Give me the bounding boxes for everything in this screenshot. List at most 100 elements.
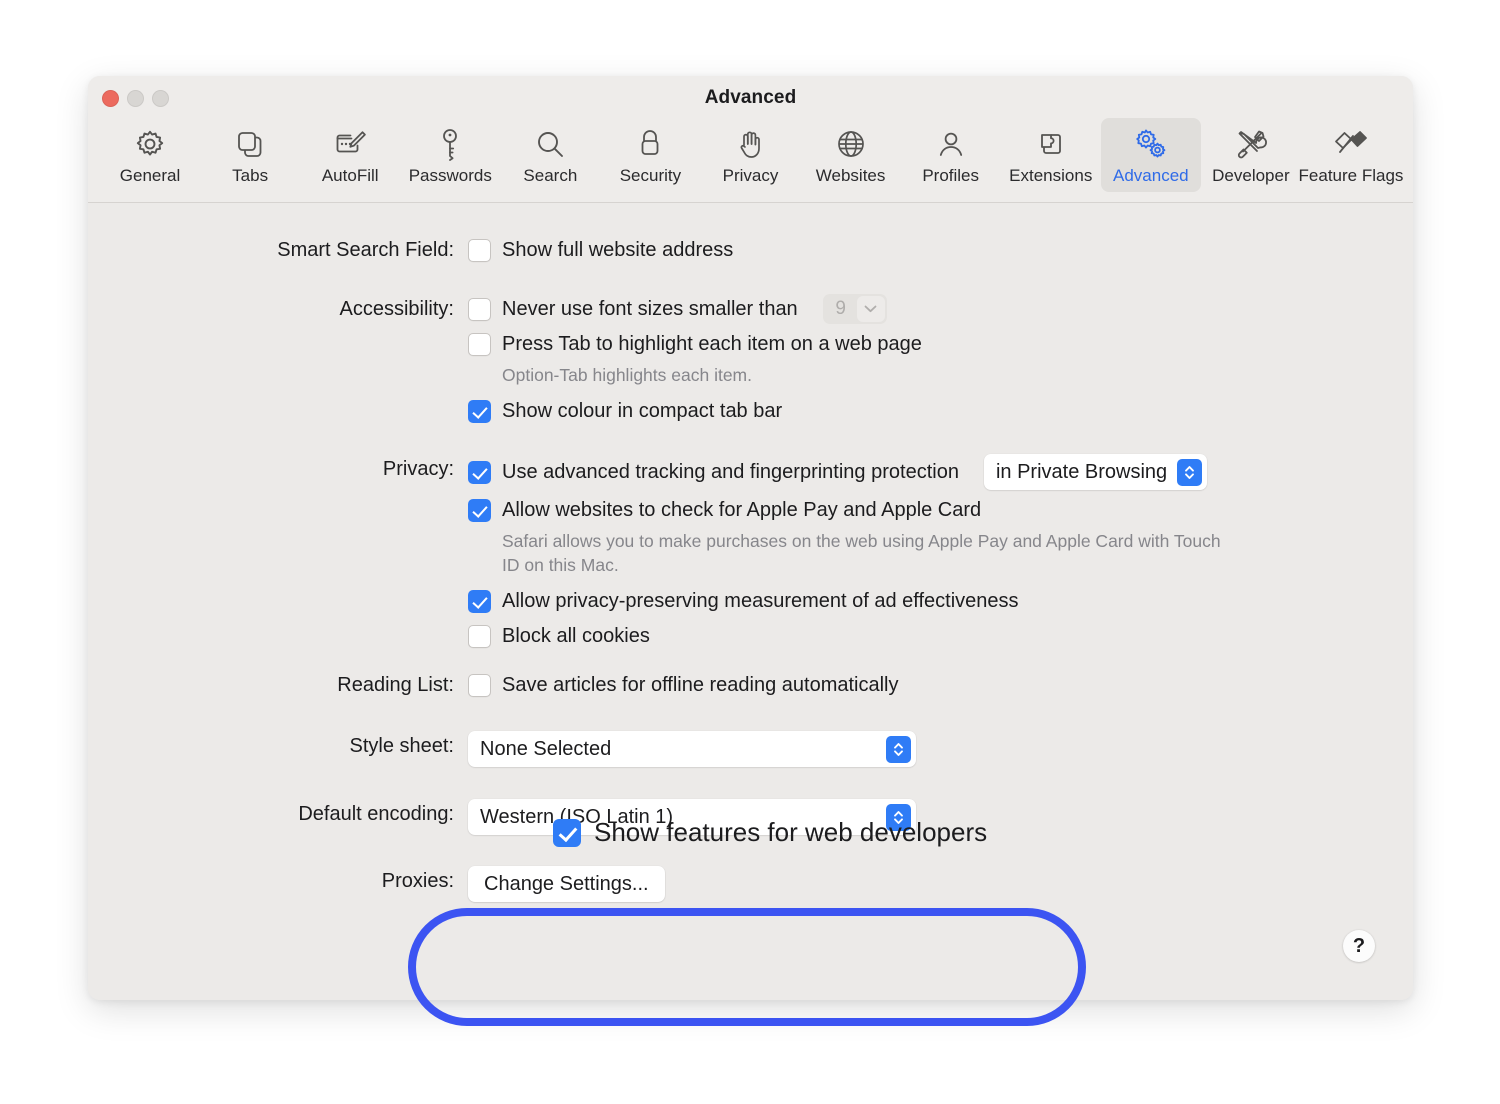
show-colour-tab-bar-row[interactable]: Show colour in compact tab bar — [468, 396, 922, 426]
never-font-smaller-checkbox[interactable] — [468, 297, 491, 321]
tab-label: Search — [523, 166, 578, 185]
window-title: Advanced — [704, 87, 797, 108]
tab-label: Extensions — [1009, 166, 1093, 185]
help-button[interactable]: ? — [1343, 930, 1375, 962]
row-style-sheet: Style sheet: None Selected — [88, 731, 916, 767]
save-offline-row[interactable]: Save articles for offline reading automa… — [468, 670, 899, 700]
row-accessibility: Accessibility: Never use font sizes smal… — [88, 294, 922, 426]
ad-measurement-row[interactable]: Allow privacy-preserving measurement of … — [468, 586, 1242, 616]
style-sheet-popup[interactable]: None Selected — [468, 731, 916, 767]
person-icon — [936, 126, 966, 162]
smart-search-field-label: Smart Search Field: — [277, 239, 454, 261]
row-proxies: Proxies: Change Settings... — [88, 866, 665, 902]
show-features-web-developers-checkbox[interactable] — [553, 818, 581, 847]
tab-label: Privacy — [722, 166, 779, 185]
row-privacy: Privacy: Use advanced tracking and finge… — [88, 454, 1242, 651]
block-cookies-checkbox[interactable] — [468, 624, 491, 648]
block-cookies-label: Block all cookies — [502, 624, 650, 647]
preferences-toolbar[interactable]: General Tabs AutoFill Passwords Search S… — [88, 118, 1413, 200]
tabs-icon — [234, 126, 266, 162]
tab-label: Profiles — [922, 166, 979, 185]
show-full-address-checkbox[interactable] — [468, 238, 491, 262]
default-encoding-label: Default encoding: — [298, 803, 454, 825]
chevron-down-icon[interactable] — [856, 296, 885, 322]
tools-icon — [1234, 126, 1268, 162]
globe-icon — [835, 126, 867, 162]
tab-advanced[interactable]: Advanced — [1100, 118, 1201, 192]
apple-pay-hint: Safari allows you to make purchases on t… — [502, 531, 1221, 575]
press-tab-hint: Option-Tab highlights each item. — [502, 365, 752, 385]
tab-security[interactable]: Security — [600, 118, 700, 192]
style-sheet-label: Style sheet: — [349, 735, 454, 757]
privacy-label: Privacy: — [382, 458, 454, 480]
tab-profiles[interactable]: Profiles — [901, 118, 1001, 192]
proxies-label: Proxies: — [381, 870, 454, 892]
chevron-updown-icon[interactable] — [886, 735, 911, 763]
press-tab-checkbox[interactable] — [468, 332, 491, 356]
tab-passwords[interactable]: Passwords — [400, 118, 500, 192]
advanced-tracking-label: Use advanced tracking and fingerprinting… — [502, 460, 959, 483]
apple-pay-label: Allow websites to check for Apple Pay an… — [502, 498, 982, 521]
tab-label: Passwords — [408, 166, 492, 185]
autofill-icon — [333, 126, 367, 162]
tab-autofill[interactable]: AutoFill — [300, 118, 400, 192]
gears-icon — [1133, 126, 1169, 162]
never-font-smaller-label: Never use font sizes smaller than — [502, 297, 798, 320]
accessibility-label: Accessibility: — [339, 298, 454, 320]
settings-window: Advanced General Tabs AutoFill Passwords… — [88, 76, 1413, 1000]
show-full-address-label: Show full website address — [502, 238, 734, 261]
font-size-stepper[interactable]: 9 — [822, 294, 887, 324]
hand-icon — [736, 126, 766, 162]
tab-tabs[interactable]: Tabs — [200, 118, 300, 192]
press-tab-row[interactable]: Press Tab to highlight each item on a we… — [468, 329, 922, 359]
tab-developer[interactable]: Developer — [1201, 118, 1301, 192]
ad-measurement-checkbox[interactable] — [468, 589, 491, 613]
tab-label: Security — [619, 166, 682, 185]
tab-label: Developer — [1212, 166, 1290, 185]
tab-extensions[interactable]: Extensions — [1001, 118, 1101, 192]
show-full-address-row[interactable]: Show full website address — [468, 235, 733, 265]
show-colour-tab-bar-checkbox[interactable] — [468, 399, 491, 423]
show-features-web-developers-row[interactable]: Show features for web developers — [553, 817, 987, 848]
save-offline-checkbox[interactable] — [468, 673, 491, 697]
save-offline-label: Save articles for offline reading automa… — [502, 673, 899, 696]
tab-websites[interactable]: Websites — [801, 118, 901, 192]
lock-icon — [636, 126, 664, 162]
puzzle-icon — [1035, 126, 1067, 162]
screenshot-root: Advanced General Tabs AutoFill Passwords… — [0, 0, 1500, 1104]
tab-feature-flags[interactable]: Feature Flags — [1298, 118, 1404, 192]
advanced-tracking-row[interactable]: Use advanced tracking and fingerprinting… — [468, 454, 1242, 490]
tracking-scope-value: in Private Browsing — [995, 460, 1168, 483]
gear-icon — [133, 126, 167, 162]
block-cookies-row[interactable]: Block all cookies — [468, 621, 1242, 651]
tab-label: General — [119, 166, 181, 185]
search-icon — [534, 126, 566, 162]
row-reading-list: Reading List: Save articles for offline … — [88, 670, 899, 700]
tab-privacy[interactable]: Privacy — [700, 118, 800, 192]
font-size-value: 9 — [835, 298, 846, 319]
flags-icon — [1332, 126, 1370, 162]
tracking-scope-popup[interactable]: in Private Browsing — [983, 454, 1208, 490]
apple-pay-checkbox[interactable] — [468, 498, 491, 522]
change-settings-button[interactable]: Change Settings... — [468, 866, 665, 902]
tab-label: Websites — [815, 166, 886, 185]
ad-measurement-label: Allow privacy-preserving measurement of … — [502, 589, 1019, 612]
press-tab-label: Press Tab to highlight each item on a we… — [502, 332, 922, 355]
tab-general[interactable]: General — [100, 118, 200, 192]
tab-label: Feature Flags — [1298, 166, 1404, 185]
show-features-web-developers-label: Show features for web developers — [594, 817, 988, 847]
advanced-settings-pane: Smart Search Field: Show full website ad… — [88, 203, 1413, 1000]
style-sheet-value: None Selected — [480, 737, 612, 760]
never-font-smaller-row[interactable]: Never use font sizes smaller than 9 — [468, 294, 922, 324]
reading-list-label: Reading List: — [337, 674, 454, 696]
tab-label: Advanced — [1113, 166, 1189, 185]
key-icon — [435, 126, 465, 162]
tab-label: Tabs — [232, 166, 269, 185]
tab-search[interactable]: Search — [500, 118, 600, 192]
apple-pay-row[interactable]: Allow websites to check for Apple Pay an… — [468, 495, 1242, 525]
tab-label: AutoFill — [321, 166, 379, 185]
advanced-tracking-checkbox[interactable] — [468, 460, 491, 484]
chevron-updown-icon[interactable] — [1177, 458, 1203, 486]
window-titlebar: Advanced General Tabs AutoFill Passwords… — [88, 76, 1413, 203]
row-smart-search-field: Smart Search Field: Show full website ad… — [88, 235, 733, 265]
